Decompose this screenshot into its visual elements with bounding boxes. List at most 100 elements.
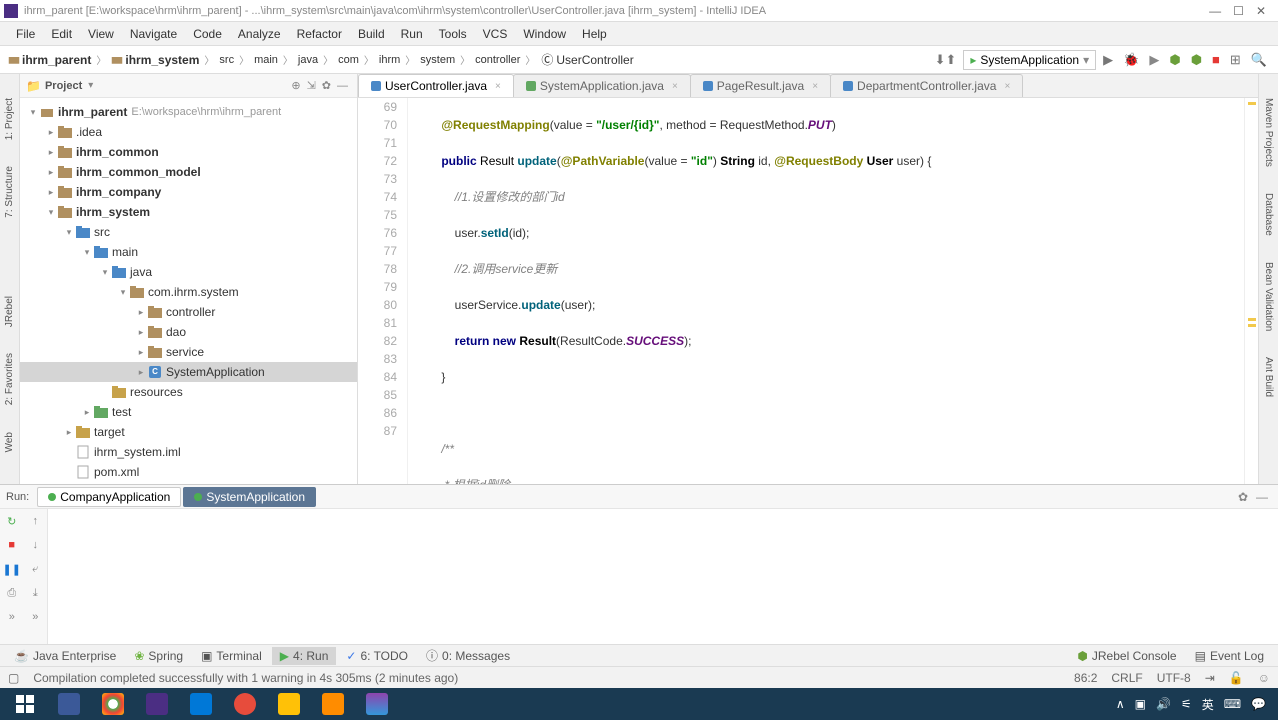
tab-pageresult[interactable]: PageResult.java× xyxy=(690,74,831,97)
crumb-6[interactable]: ihrm xyxy=(379,54,400,66)
hide-icon[interactable]: — xyxy=(334,80,351,92)
pause-button[interactable]: ❚❚ xyxy=(0,557,24,581)
crumb-1[interactable]: ihrm_system xyxy=(111,53,199,67)
taskbar-app-7[interactable] xyxy=(312,690,354,718)
tool-maven-tab[interactable]: Maven Projects xyxy=(1261,94,1276,171)
tree-item-pom-xml[interactable]: ▸pom.xml xyxy=(20,462,357,482)
menu-code[interactable]: Code xyxy=(185,25,230,43)
tool-structure-tab[interactable]: 7: Structure xyxy=(2,162,17,222)
tree-item-ihrm-company[interactable]: ▸ihrm_company xyxy=(20,182,357,202)
start-button[interactable] xyxy=(4,690,46,718)
tab-messages[interactable]: ⓘ0: Messages xyxy=(418,645,518,666)
tree-item-ihrm-common-model[interactable]: ▸ihrm_common_model xyxy=(20,162,357,182)
taskbar-chrome[interactable] xyxy=(92,690,134,718)
menu-vcs[interactable]: VCS xyxy=(475,25,516,43)
line-separator[interactable]: CRLF xyxy=(1111,671,1142,685)
taskbar-intellij[interactable] xyxy=(136,690,178,718)
file-encoding[interactable]: UTF-8 xyxy=(1157,671,1191,685)
code-editor[interactable]: 69707172737475767778798081828384858687 @… xyxy=(358,98,1258,484)
up-stack-button[interactable]: ↑ xyxy=(24,509,48,533)
read-only-lock-icon[interactable]: 🔓 xyxy=(1229,671,1244,685)
crumb-4[interactable]: java xyxy=(298,54,318,66)
tree-item-test[interactable]: ▸test xyxy=(20,402,357,422)
menu-navigate[interactable]: Navigate xyxy=(122,25,185,43)
tree-item-java[interactable]: ▾java xyxy=(20,262,357,282)
tree-item-target[interactable]: ▸target xyxy=(20,422,357,442)
crumb-0[interactable]: ihrm_parent xyxy=(8,53,91,67)
tool-web-tab[interactable]: Web xyxy=(2,428,17,456)
jrebel-run-icon[interactable]: ⬢ xyxy=(1166,52,1183,68)
down-stack-button[interactable]: ↓ xyxy=(24,533,48,557)
run-configuration-dropdown[interactable]: ▸SystemApplication▾ xyxy=(963,50,1096,70)
tab-departmentcontroller[interactable]: DepartmentController.java× xyxy=(830,74,1023,97)
tool-windows-icon[interactable]: ▢ xyxy=(8,671,19,685)
menu-run[interactable]: Run xyxy=(393,25,431,43)
close-icon[interactable]: × xyxy=(812,81,818,92)
run-tab-system[interactable]: SystemApplication xyxy=(183,487,316,507)
crumb-2[interactable]: src xyxy=(219,54,234,66)
tab-usercontroller[interactable]: UserController.java× xyxy=(358,74,514,97)
dump-button[interactable]: ⎙ xyxy=(0,581,24,605)
error-stripe[interactable] xyxy=(1244,98,1258,484)
structure-icon[interactable]: ⊞ xyxy=(1227,52,1244,68)
search-icon[interactable]: 🔍 xyxy=(1248,52,1270,68)
close-icon[interactable]: × xyxy=(672,81,678,92)
crumb-5[interactable]: com xyxy=(338,54,359,66)
tab-event-log[interactable]: ▤Event Log xyxy=(1187,647,1272,665)
indent-indicator[interactable]: ⇥ xyxy=(1205,671,1215,685)
crumb-7[interactable]: system xyxy=(420,54,455,66)
minimize-button[interactable]: — xyxy=(1209,4,1221,18)
menu-edit[interactable]: Edit xyxy=(43,25,80,43)
stop-button[interactable]: ■ xyxy=(1209,52,1223,67)
locate-icon[interactable]: ⊕ xyxy=(288,79,303,92)
menu-window[interactable]: Window xyxy=(515,25,574,43)
tree-item-controller[interactable]: ▸controller xyxy=(20,302,357,322)
tree-item-service[interactable]: ▸service xyxy=(20,342,357,362)
crumb-9[interactable]: ⒸUserController xyxy=(540,53,633,67)
tool-jrebel-tab[interactable]: JRebel xyxy=(2,292,17,331)
menu-help[interactable]: Help xyxy=(574,25,615,43)
tab-terminal[interactable]: ▣Terminal xyxy=(193,647,270,665)
menu-file[interactable]: File xyxy=(8,25,43,43)
more-button[interactable]: » xyxy=(0,605,24,629)
tree-item-main[interactable]: ▾main xyxy=(20,242,357,262)
menu-analyze[interactable]: Analyze xyxy=(230,25,289,43)
debug-button[interactable]: 🐞 xyxy=(1120,52,1142,68)
taskbar-explorer[interactable] xyxy=(268,690,310,718)
soft-wrap-button[interactable]: ⤶ xyxy=(24,557,48,581)
taskbar-app-8[interactable] xyxy=(356,690,398,718)
run-settings-icon[interactable]: ✿ xyxy=(1234,490,1252,504)
maximize-button[interactable]: ☐ xyxy=(1233,4,1244,18)
menu-tools[interactable]: Tools xyxy=(431,25,475,43)
stop-process-button[interactable]: ■ xyxy=(0,533,24,557)
coverage-icon[interactable]: ▶ xyxy=(1146,52,1162,68)
tab-run[interactable]: ▶4: Run xyxy=(272,647,337,665)
jrebel-debug-icon[interactable]: ⬢ xyxy=(1188,52,1205,68)
run-console[interactable] xyxy=(48,509,1278,644)
collapse-icon[interactable]: ⇲ xyxy=(304,79,319,92)
tree-item-com-ihrm-system[interactable]: ▾com.ihrm.system xyxy=(20,282,357,302)
caret-position[interactable]: 86:2 xyxy=(1074,671,1097,685)
tool-bean-validation-tab[interactable]: Bean Validation xyxy=(1261,258,1276,335)
tool-favorites-tab[interactable]: 2: Favorites xyxy=(2,349,17,409)
tree-item-SystemApplication[interactable]: ▸CSystemApplication xyxy=(20,362,357,382)
tree-item-dao[interactable]: ▸dao xyxy=(20,322,357,342)
build-icon[interactable]: ⬇⬆ xyxy=(932,52,960,68)
menu-build[interactable]: Build xyxy=(350,25,393,43)
run-hide-icon[interactable]: — xyxy=(1252,490,1272,504)
taskbar-app-5[interactable] xyxy=(224,690,266,718)
tree-item-ihrm-system[interactable]: ▾ihrm_system xyxy=(20,202,357,222)
system-tray[interactable]: ∧ ▣ 🔊 ⚟ 英 ⌨ 💬 xyxy=(1116,696,1274,713)
tree-item-resources[interactable]: ▸resources xyxy=(20,382,357,402)
tab-jrebel-console[interactable]: ⬢JRebel Console xyxy=(1069,647,1184,665)
tree-item-ihrm-common[interactable]: ▸ihrm_common xyxy=(20,142,357,162)
menu-view[interactable]: View xyxy=(80,25,122,43)
close-button[interactable]: ✕ xyxy=(1256,4,1266,18)
rerun-button[interactable]: ↻ xyxy=(0,509,24,533)
tree-item--idea[interactable]: ▸.idea xyxy=(20,122,357,142)
crumb-8[interactable]: controller xyxy=(475,54,520,66)
tree-item-src[interactable]: ▾src xyxy=(20,222,357,242)
run-tab-company[interactable]: CompanyApplication xyxy=(37,487,181,507)
tool-project-tab[interactable]: 1: Project xyxy=(2,94,17,144)
menu-refactor[interactable]: Refactor xyxy=(289,25,350,43)
